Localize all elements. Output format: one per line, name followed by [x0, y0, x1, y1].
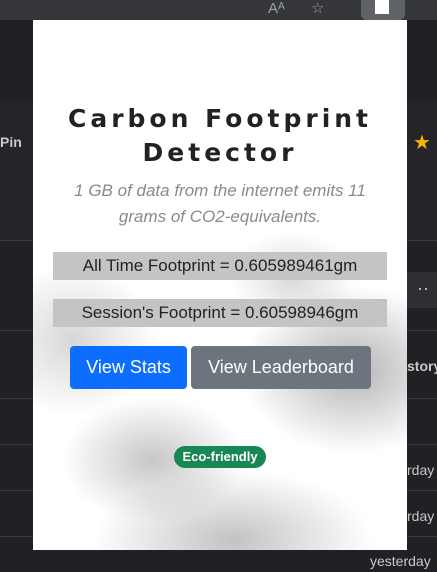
- star-icon[interactable]: ★: [413, 130, 431, 155]
- extension-popup: Carbon Footprint Detector 1 GB of data f…: [33, 20, 407, 550]
- extension-icon: [375, 0, 389, 14]
- more-icon: ··: [417, 278, 429, 298]
- history-label[interactable]: story: [407, 358, 437, 374]
- browser-toolbar: Aᴬ ☆: [0, 0, 437, 20]
- all-time-footprint: All Time Footprint = 0.605989461gm: [53, 252, 387, 280]
- date-label: yesterday: [370, 553, 431, 569]
- eco-friendly-badge: Eco-friendly: [174, 446, 266, 468]
- session-footprint: Session's Footprint = 0.60598946gm: [53, 299, 387, 327]
- view-stats-button[interactable]: View Stats: [70, 346, 187, 389]
- add-favorite-icon[interactable]: ☆: [311, 0, 324, 20]
- pin-label[interactable]: Pin: [0, 134, 22, 150]
- date-label: rday: [407, 508, 435, 524]
- more-options-button[interactable]: ··: [407, 272, 437, 308]
- popup-title: Carbon Footprint Detector: [67, 104, 373, 167]
- read-aloud-icon[interactable]: Aᴬ: [268, 0, 285, 20]
- date-label: rday: [407, 462, 435, 478]
- view-leaderboard-button[interactable]: View Leaderboard: [191, 346, 371, 389]
- popup-subtitle: 1 GB of data from the internet emits 11 …: [74, 181, 366, 226]
- extension-button[interactable]: [361, 0, 405, 20]
